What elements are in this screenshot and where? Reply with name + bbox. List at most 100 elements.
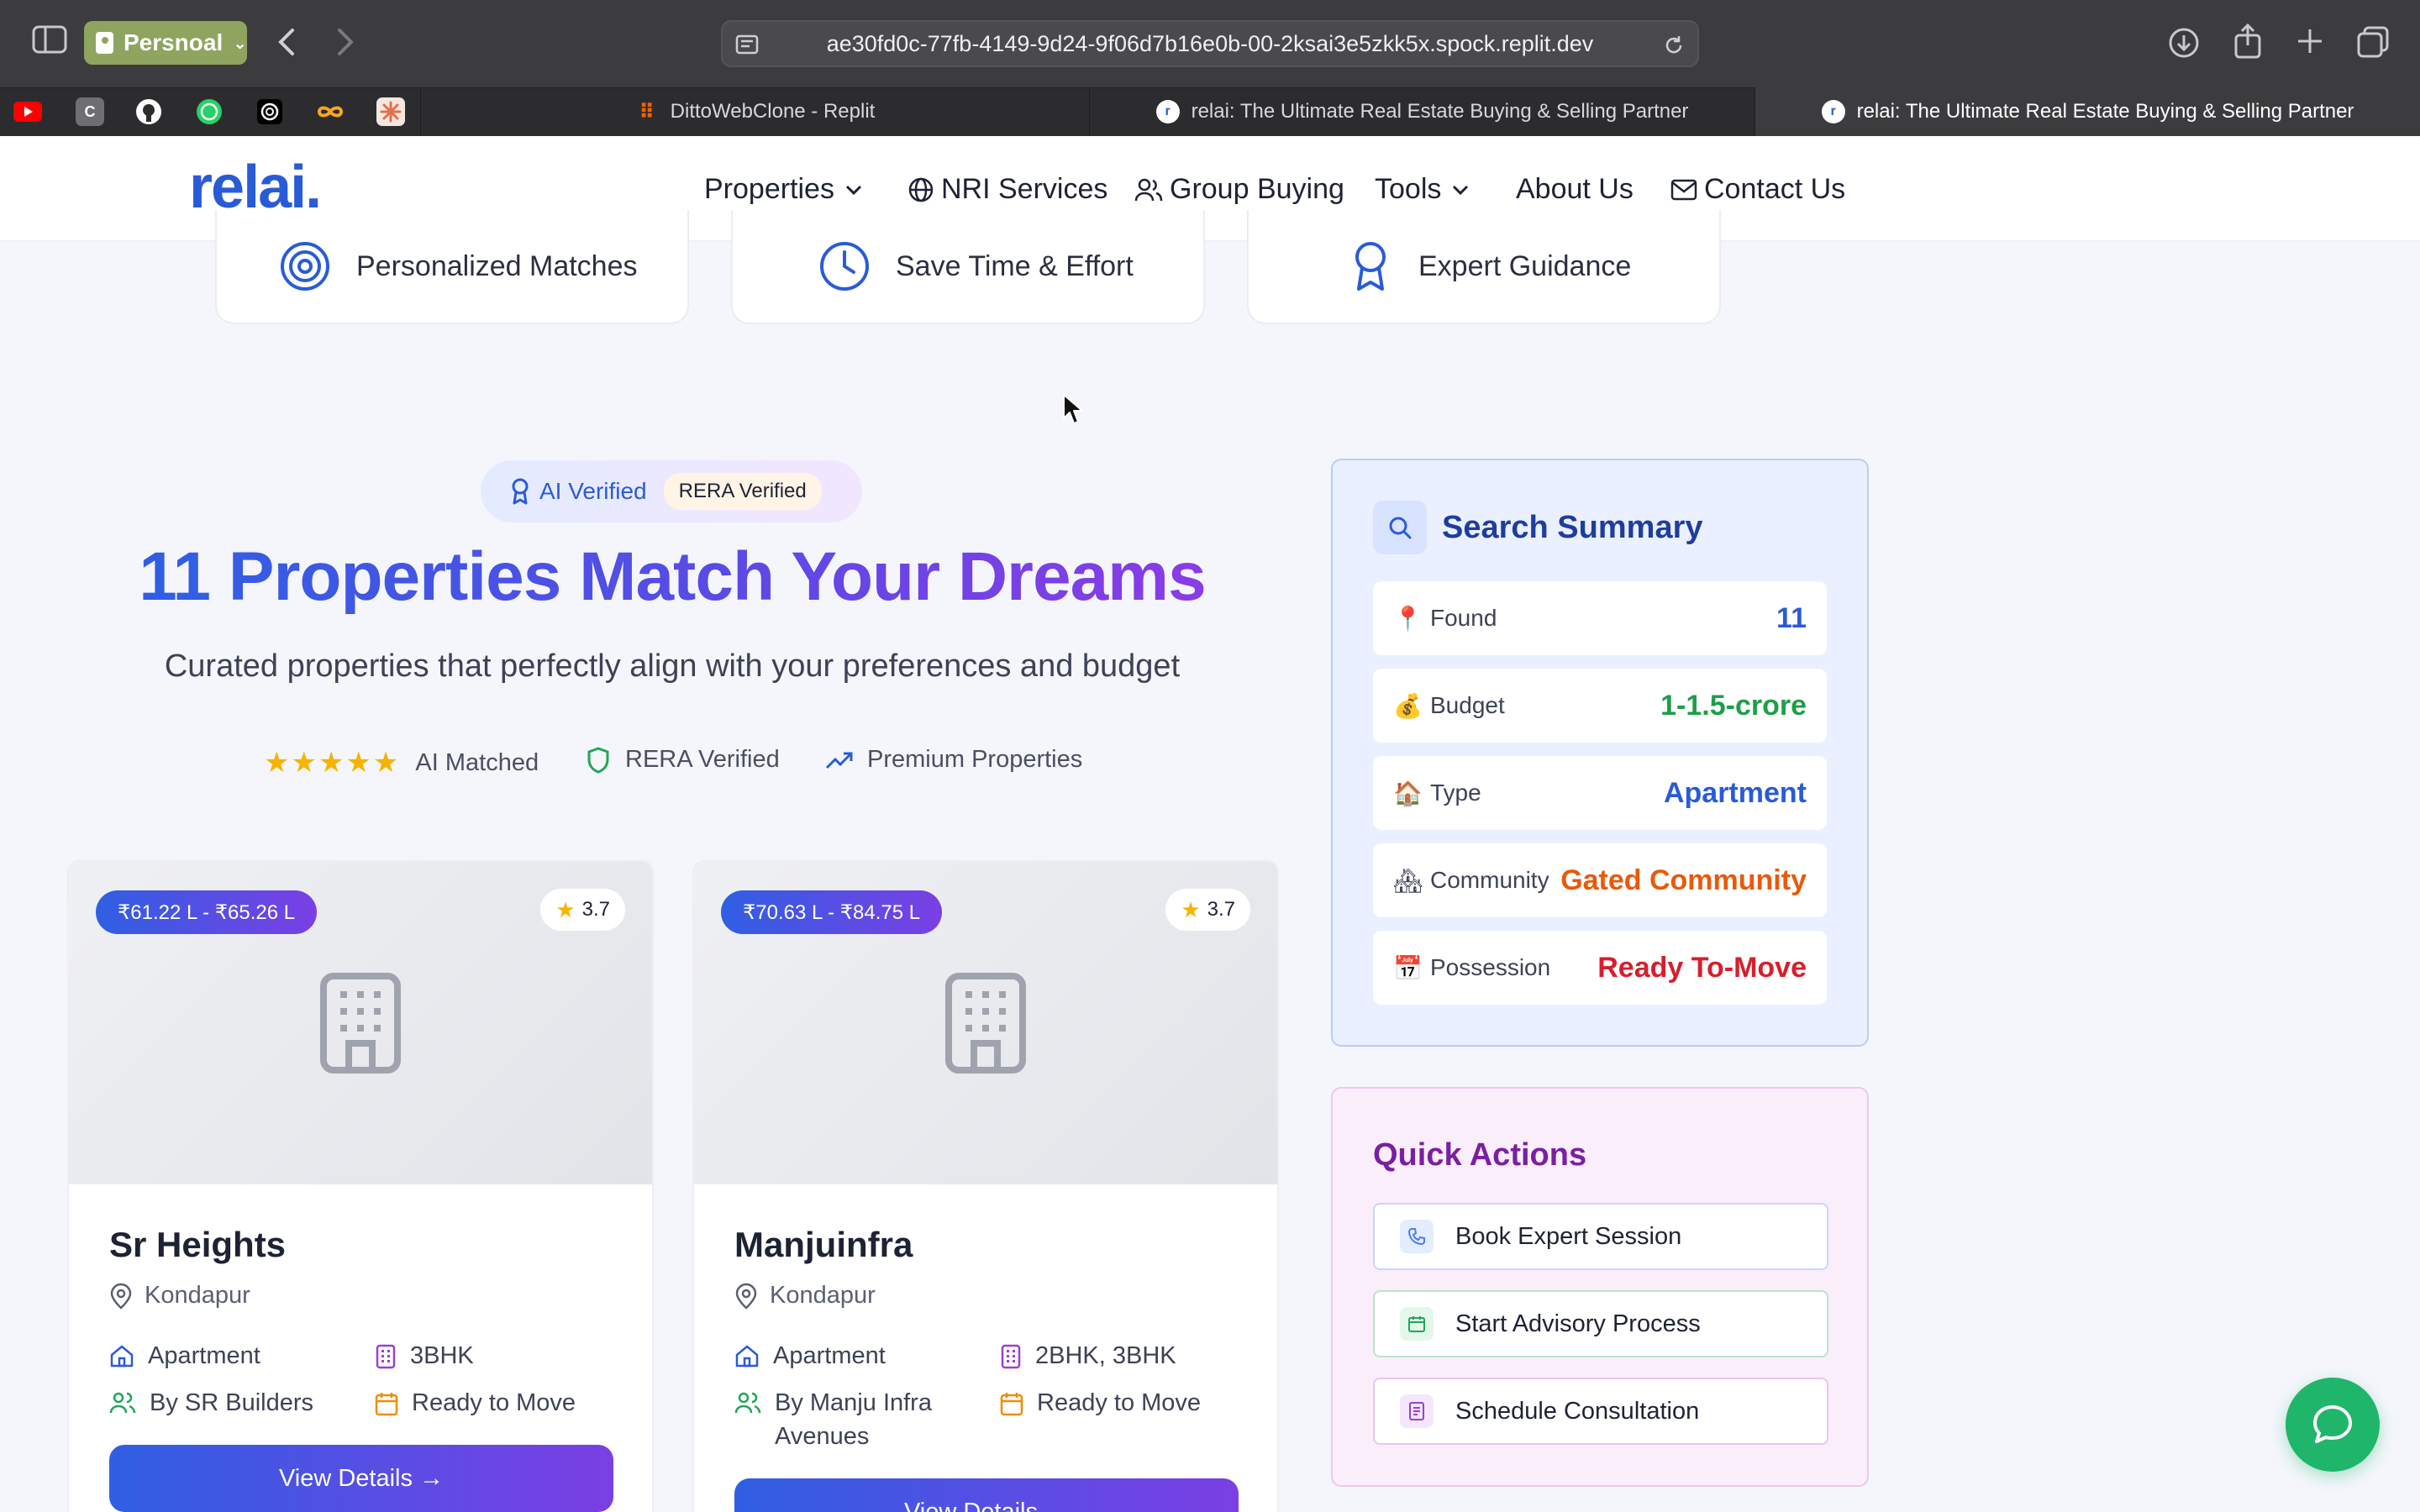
pinned-tab-whatsapp[interactable] — [195, 97, 224, 126]
pinned-tab-infinity[interactable] — [316, 97, 345, 126]
builder-label: By Manju Infra Avenues — [775, 1389, 932, 1450]
pinned-tab-claude[interactable] — [376, 97, 405, 126]
calendar-icon — [1000, 1393, 1023, 1416]
view-details-button[interactable]: View Details → — [734, 1478, 1239, 1512]
openai-icon — [257, 99, 282, 124]
house-emoji-icon: 🏠 — [1393, 780, 1423, 806]
schedule-consultation-button[interactable]: Schedule Consultation — [1373, 1378, 1828, 1445]
mouse-cursor-icon — [1063, 394, 1083, 424]
type-label: Apartment — [773, 1342, 886, 1369]
feature-expert-guidance: Expert Guidance — [1247, 210, 1721, 324]
status-label: Ready to Move — [1037, 1389, 1202, 1416]
relai-favicon-icon: r — [1821, 100, 1845, 123]
property-name[interactable]: Manjuinfra — [734, 1225, 913, 1265]
address-bar[interactable]: ae30fd0c-77fb-4149-9d24-9f06d7b16e0b-00-… — [721, 20, 1699, 67]
map-pin-icon — [110, 1283, 132, 1310]
property-location: Kondapur — [734, 1282, 876, 1310]
summary-value: Gated Community — [1560, 864, 1807, 896]
relai-favicon-icon: r — [1155, 100, 1180, 123]
phone-icon — [1400, 1220, 1434, 1253]
nav-about-us[interactable]: About Us — [1516, 173, 1634, 206]
home-icon — [735, 1345, 759, 1368]
nav-properties[interactable]: Properties — [704, 173, 870, 206]
star-icon: ★ — [555, 896, 576, 922]
reload-icon[interactable] — [1662, 34, 1686, 57]
trending-up-icon — [825, 752, 853, 769]
results-heading-text: 11 Properties Match Your Dreams — [139, 538, 1206, 615]
pinned-tab-github[interactable] — [134, 97, 163, 126]
summary-row-possession: 📅 Possession Ready To-Move — [1373, 931, 1827, 1005]
property-name[interactable]: Sr Heights — [109, 1225, 286, 1265]
nav-tools[interactable]: Tools — [1375, 173, 1476, 206]
nav-group-buying[interactable]: Group Buying — [1134, 173, 1344, 206]
calendar-emoji-icon: 📅 — [1393, 954, 1423, 981]
feature-personalized-matches: Personalized Matches — [215, 210, 689, 324]
location-label: Kondapur — [770, 1282, 876, 1309]
ai-verified-label: AI Verified — [539, 478, 647, 504]
view-details-button[interactable]: View Details → — [109, 1445, 613, 1512]
url-text: ae30fd0c-77fb-4149-9d24-9f06d7b16e0b-00-… — [826, 30, 1594, 56]
rating-value: 3.7 — [581, 898, 610, 921]
quick-action-label: Book Expert Session — [1455, 1222, 1682, 1250]
star-icon: ★ — [1181, 896, 1201, 922]
trust-ai-matched: ★★★★★ AI Matched — [264, 746, 539, 780]
tab-overview-icon[interactable] — [2356, 25, 2390, 59]
property-location: Kondapur — [109, 1282, 250, 1310]
property-config: 2BHK, 3BHK — [1000, 1339, 1176, 1373]
pinned-tab-youtube[interactable] — [13, 97, 42, 126]
feature-label: Personalized Matches — [356, 249, 638, 282]
building-icon — [945, 973, 1026, 1074]
whatsapp-icon — [197, 99, 222, 124]
forward-icon[interactable] — [336, 27, 356, 57]
search-summary-header: Search Summary — [1373, 501, 1703, 554]
tab-relai-1[interactable]: r relai: The Ultimate Real Estate Buying… — [1089, 87, 1754, 136]
summary-value: Ready To-Move — [1597, 951, 1807, 984]
houses-emoji-icon: 🏘 — [1393, 867, 1423, 894]
property-image-placeholder: ₹61.22 L - ₹65.26 L ★ 3.7 — [69, 862, 652, 1184]
feature-label: Save Time & Effort — [896, 249, 1134, 282]
award-icon — [512, 478, 529, 505]
nav-properties-label: Properties — [704, 173, 834, 205]
profile-icon — [96, 32, 113, 54]
book-expert-session-button[interactable]: Book Expert Session — [1373, 1203, 1828, 1270]
tab-dittowebclone[interactable]: ⠿ DittoWebClone - Replit — [420, 87, 1089, 136]
pinned-tab-c-app[interactable]: C — [76, 97, 104, 126]
property-builder: By Manju Infra Avenues — [734, 1386, 986, 1453]
users-icon — [109, 1392, 136, 1414]
trust-label: RERA Verified — [625, 746, 780, 773]
property-card[interactable]: ₹70.63 L - ₹84.75 L ★ 3.7 Manjuinfra Kond… — [692, 860, 1279, 1512]
property-status: Ready to Move — [375, 1386, 576, 1420]
back-icon[interactable] — [276, 27, 296, 57]
pinned-tab-openai[interactable] — [255, 97, 284, 126]
infinity-icon — [317, 106, 344, 118]
downloads-icon[interactable] — [2168, 27, 2200, 59]
nav-contact-us[interactable]: Contact Us — [1670, 173, 1845, 206]
map-pin-icon — [735, 1283, 757, 1310]
chat-button[interactable] — [2286, 1378, 2380, 1472]
search-summary-panel: Search Summary 📍 Found 11 💰 Budget 1-1.5-c… — [1331, 459, 1869, 1047]
five-stars-icon: ★★★★★ — [264, 747, 401, 779]
profile-switcher-button[interactable]: Persnoal ⌄ — [84, 21, 247, 65]
target-icon — [281, 242, 329, 291]
globe-icon — [908, 177, 934, 202]
calendar-icon — [1400, 1307, 1434, 1341]
money-bag-emoji-icon: 💰 — [1393, 692, 1423, 719]
summary-label: Budget — [1430, 692, 1505, 718]
start-advisory-process-button[interactable]: Start Advisory Process — [1373, 1290, 1828, 1357]
share-icon[interactable] — [2233, 24, 2262, 59]
nav-nri-services[interactable]: NRI Services — [908, 173, 1107, 206]
award-icon — [1355, 242, 1386, 291]
quick-actions-panel: Quick Actions Book Expert Session Start … — [1331, 1087, 1869, 1487]
summary-label: Possession — [1430, 954, 1551, 980]
tab-label: DittoWebClone - Replit — [670, 100, 876, 123]
new-tab-icon[interactable] — [2296, 27, 2324, 55]
tab-relai-active[interactable]: r relai: The Ultimate Real Estate Buying… — [1754, 87, 2420, 136]
property-image-placeholder: ₹70.63 L - ₹84.75 L ★ 3.7 — [694, 862, 1277, 1184]
property-card[interactable]: ₹61.22 L - ₹65.26 L ★ 3.7 Sr Heights Kond… — [67, 860, 654, 1512]
building-small-icon — [1001, 1344, 1021, 1369]
summary-label: Found — [1430, 605, 1497, 631]
sidebar-toggle-icon[interactable] — [32, 25, 67, 54]
page-settings-icon[interactable] — [734, 32, 760, 57]
results-subheading: Curated properties that perfectly align … — [164, 648, 1181, 684]
chat-bubble-icon — [2313, 1405, 2352, 1443]
